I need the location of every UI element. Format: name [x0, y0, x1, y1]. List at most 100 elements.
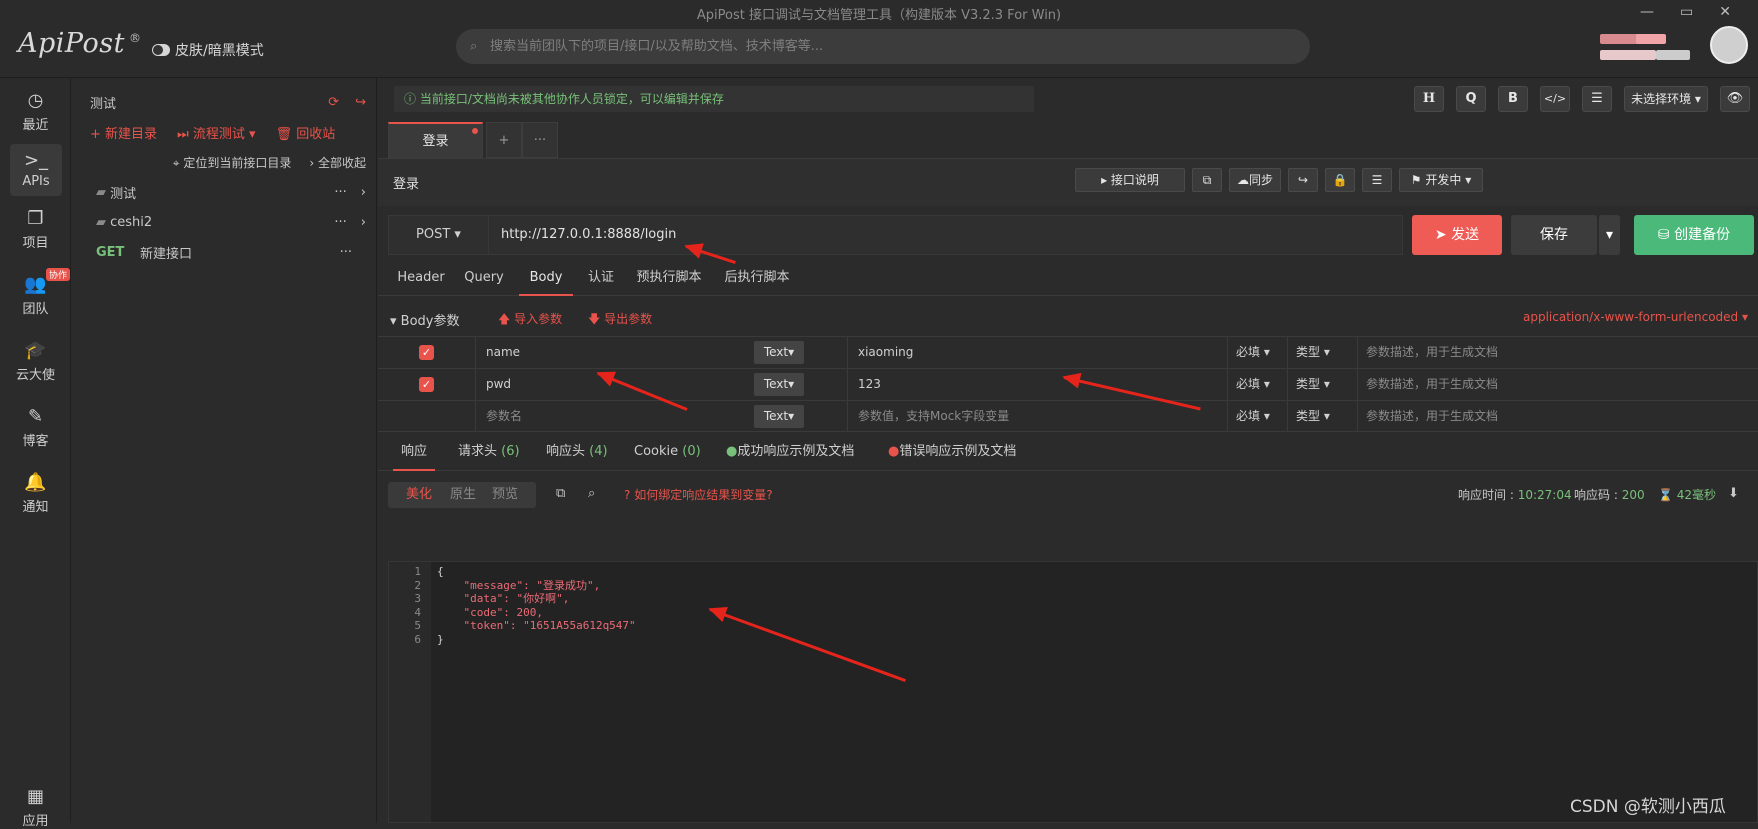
required-select[interactable]: 必填 ▾	[1228, 337, 1288, 368]
code-button[interactable]: </>	[1540, 86, 1570, 112]
clock-icon: ◷	[27, 90, 44, 111]
param-desc[interactable]: 参数描述，用于生成文档	[1358, 401, 1758, 432]
eye-icon[interactable]: 👁	[1720, 86, 1750, 112]
tab-success-example[interactable]: ●成功响应示例及文档	[726, 433, 854, 471]
param-checkbox-empty	[378, 401, 476, 432]
env-select[interactable]: 未选择环境 ▾	[1624, 86, 1708, 112]
kind-select[interactable]: 类型 ▾	[1288, 401, 1358, 432]
tree-folder[interactable]: ▰ 测试 ··· ›	[96, 180, 366, 204]
content-type-select[interactable]: application/x-www-form-urlencoded ▾	[1523, 310, 1748, 324]
more-icon[interactable]: ···	[340, 245, 352, 260]
share-icon[interactable]: ↪	[355, 95, 366, 110]
refresh-icon[interactable]: ⟳	[328, 95, 339, 110]
tab-query[interactable]: Query	[458, 260, 510, 296]
param-value[interactable]: 123	[848, 369, 1228, 400]
nav-notify[interactable]: 🔔 通知	[0, 472, 71, 515]
copy-icon[interactable]: ⧉	[556, 486, 565, 501]
tab-login[interactable]: 登录	[388, 122, 483, 158]
nav-recent[interactable]: ◷ 最近	[0, 90, 71, 133]
share-icon[interactable]: ↪	[1288, 168, 1318, 192]
param-desc[interactable]: 参数描述，用于生成文档	[1358, 369, 1758, 400]
nav-projects[interactable]: ❐ 项目	[0, 208, 71, 251]
tab-auth[interactable]: 认证	[582, 260, 620, 296]
param-value-input[interactable]: 参数值，支持Mock字段变量	[848, 401, 1228, 432]
required-select[interactable]: 必填 ▾	[1228, 401, 1288, 432]
settings-icon[interactable]: ☰	[1582, 86, 1612, 112]
param-type-select[interactable]: Text▾	[754, 341, 804, 364]
search-input[interactable]: ⌕ 搜索当前团队下的项目/接口/以及帮助文档、技术博客等...	[456, 29, 1310, 64]
add-tab-button[interactable]: +	[486, 122, 522, 158]
nav-ambassador[interactable]: 🎓 云大使	[0, 340, 71, 383]
required-select[interactable]: 必填 ▾	[1228, 369, 1288, 400]
flow-test-button[interactable]: ⏭ 流程测试 ▾	[177, 123, 256, 142]
param-type-select[interactable]: Text▾	[754, 373, 804, 396]
tab-cookie[interactable]: Cookie (0)	[634, 433, 701, 471]
user-info[interactable]	[1600, 32, 1705, 68]
export-params-button[interactable]: 🡇 导出参数	[588, 310, 652, 331]
tab-req-headers[interactable]: 请求头 (6)	[458, 433, 520, 471]
param-row: ✓ name Text▾ xiaoming 必填 ▾ 类型 ▾ 参数描述，用于生…	[378, 336, 1758, 368]
header-h-button[interactable]: H	[1414, 86, 1444, 112]
close-icon[interactable]: ✕	[1719, 4, 1731, 20]
maximize-icon[interactable]: ▭	[1680, 4, 1693, 20]
status-select[interactable]: ⚑ 开发中 ▾	[1399, 168, 1483, 192]
nav-team[interactable]: 👥 团队 协作	[0, 268, 71, 317]
title-bar: ApiPost 接口调试与文档管理工具（构建版本 V3.2.3 For Win)…	[0, 0, 1758, 78]
api-doc-button[interactable]: ▸ 接口说明	[1075, 168, 1185, 192]
tab-resp-headers[interactable]: 响应头 (4)	[546, 433, 608, 471]
param-desc[interactable]: 参数描述，用于生成文档	[1358, 337, 1758, 368]
param-type-select[interactable]: Text▾	[754, 405, 804, 428]
more-tabs-button[interactable]: ···	[522, 122, 558, 158]
nav-apis[interactable]: >_ APIs	[10, 144, 62, 196]
kind-select[interactable]: 类型 ▾	[1288, 369, 1358, 400]
skin-toggle[interactable]: 皮肤/暗黑模式	[152, 40, 264, 60]
bind-help-link[interactable]: ? 如何绑定响应结果到变量?	[624, 486, 773, 503]
body-label[interactable]: ▾ Body参数	[390, 310, 460, 329]
url-input[interactable]: http://127.0.0.1:8888/login	[501, 216, 676, 254]
tree-api-item[interactable]: GET 新建接口 ···	[96, 240, 366, 264]
collapse-button[interactable]: › 全部收起	[309, 154, 366, 171]
tab-header[interactable]: Header	[393, 260, 449, 296]
tree-folder[interactable]: ▰ ceshi2 ··· ›	[96, 210, 366, 234]
header-q-button[interactable]: Q	[1456, 86, 1486, 112]
new-dir-button[interactable]: + 新建目录	[90, 123, 157, 142]
tab-post-script[interactable]: 后执行脚本	[717, 260, 797, 296]
minimize-icon[interactable]: —	[1640, 4, 1654, 20]
param-value[interactable]: xiaoming	[848, 337, 1228, 368]
avatar[interactable]	[1710, 26, 1748, 64]
copy-icon[interactable]: ⧉	[1192, 168, 1222, 192]
tab-response[interactable]: 响应	[393, 433, 435, 471]
tab-pre-script[interactable]: 预执行脚本	[629, 260, 709, 296]
lock-notice: ⓘ 当前接口/文档尚未被其他协作人员锁定，可以编辑并保存	[394, 86, 1034, 112]
view-raw[interactable]: 原生	[450, 482, 476, 508]
response-body[interactable]: 123456 { "message": "登录成功", "data": "你好啊…	[388, 561, 1758, 823]
header-b-button[interactable]: B	[1498, 86, 1528, 112]
view-pretty[interactable]: 美化	[406, 482, 432, 508]
save-button[interactable]: 保存	[1511, 215, 1597, 255]
database-icon[interactable]: ☰	[1362, 168, 1392, 192]
search-icon[interactable]: ⌕	[588, 486, 595, 501]
recycle-button[interactable]: 🗑 回收站	[276, 123, 336, 142]
chevron-right-icon[interactable]: ›	[361, 215, 366, 230]
view-preview[interactable]: 预览	[492, 482, 518, 508]
error-circle-icon: ●	[888, 444, 900, 459]
import-params-button[interactable]: 🡅 导入参数	[498, 310, 562, 331]
more-icon[interactable]: ···	[334, 215, 346, 230]
nav-blog[interactable]: ✎ 博客	[0, 406, 71, 449]
kind-select[interactable]: 类型 ▾	[1288, 337, 1358, 368]
method-select[interactable]: POST ▾	[389, 216, 489, 254]
save-dropdown-button[interactable]: ▾	[1598, 215, 1620, 255]
window-title: ApiPost 接口调试与文档管理工具（构建版本 V3.2.3 For Win)	[696, 8, 1062, 23]
tab-error-example[interactable]: ●错误响应示例及文档	[888, 433, 1016, 471]
tab-body[interactable]: Body	[519, 260, 573, 296]
param-checkbox[interactable]: ✓	[378, 369, 476, 400]
sync-button[interactable]: ☁同步	[1229, 168, 1281, 192]
more-icon[interactable]: ···	[334, 185, 346, 200]
download-icon[interactable]: ⬇	[1728, 486, 1739, 501]
send-button[interactable]: ➤ 发送	[1412, 215, 1502, 255]
chevron-right-icon[interactable]: ›	[361, 185, 366, 200]
lock-icon[interactable]: 🔒	[1325, 168, 1355, 192]
locate-button[interactable]: ⌖ 定位到当前接口目录	[173, 154, 292, 171]
backup-button[interactable]: ⛁ 创建备份	[1634, 215, 1754, 255]
param-checkbox[interactable]: ✓	[378, 337, 476, 368]
